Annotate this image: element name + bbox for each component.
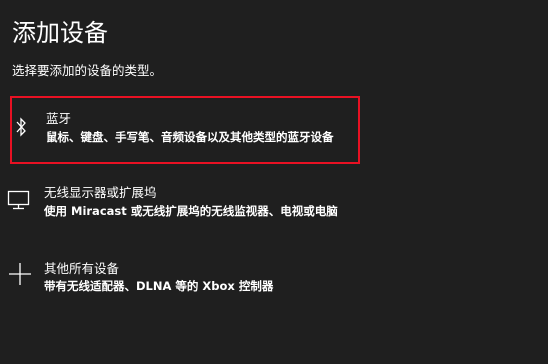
option-bluetooth-title: 蓝牙	[46, 111, 72, 126]
option-bluetooth[interactable]: 蓝牙 鼠标、键盘、手写笔、音频设备以及其他类型的蓝牙设备	[10, 96, 360, 164]
option-wireless-display-description: 使用 Miracast 或无线扩展坞的无线监视器、电视或电脑	[44, 204, 338, 218]
page-title: 添加设备	[12, 19, 108, 47]
option-everything-else-title: 其他所有设备	[44, 261, 120, 276]
page-subtitle: 选择要添加的设备的类型。	[12, 63, 163, 78]
option-everything-else-description: 带有无线适配器、DLNA 等的 Xbox 控制器	[44, 279, 274, 293]
option-bluetooth-description: 鼠标、键盘、手写笔、音频设备以及其他类型的蓝牙设备	[46, 130, 334, 144]
monitor-icon	[7, 190, 30, 210]
option-wireless-display-title: 无线显示器或扩展坞	[44, 185, 157, 200]
plus-icon	[9, 263, 31, 285]
option-everything-else[interactable]: 其他所有设备 带有无线适配器、DLNA 等的 Xbox 控制器	[9, 252, 360, 320]
bluetooth-icon	[16, 117, 26, 137]
option-wireless-display[interactable]: 无线显示器或扩展坞 使用 Miracast 或无线扩展坞的无线监视器、电视或电脑	[7, 172, 360, 240]
